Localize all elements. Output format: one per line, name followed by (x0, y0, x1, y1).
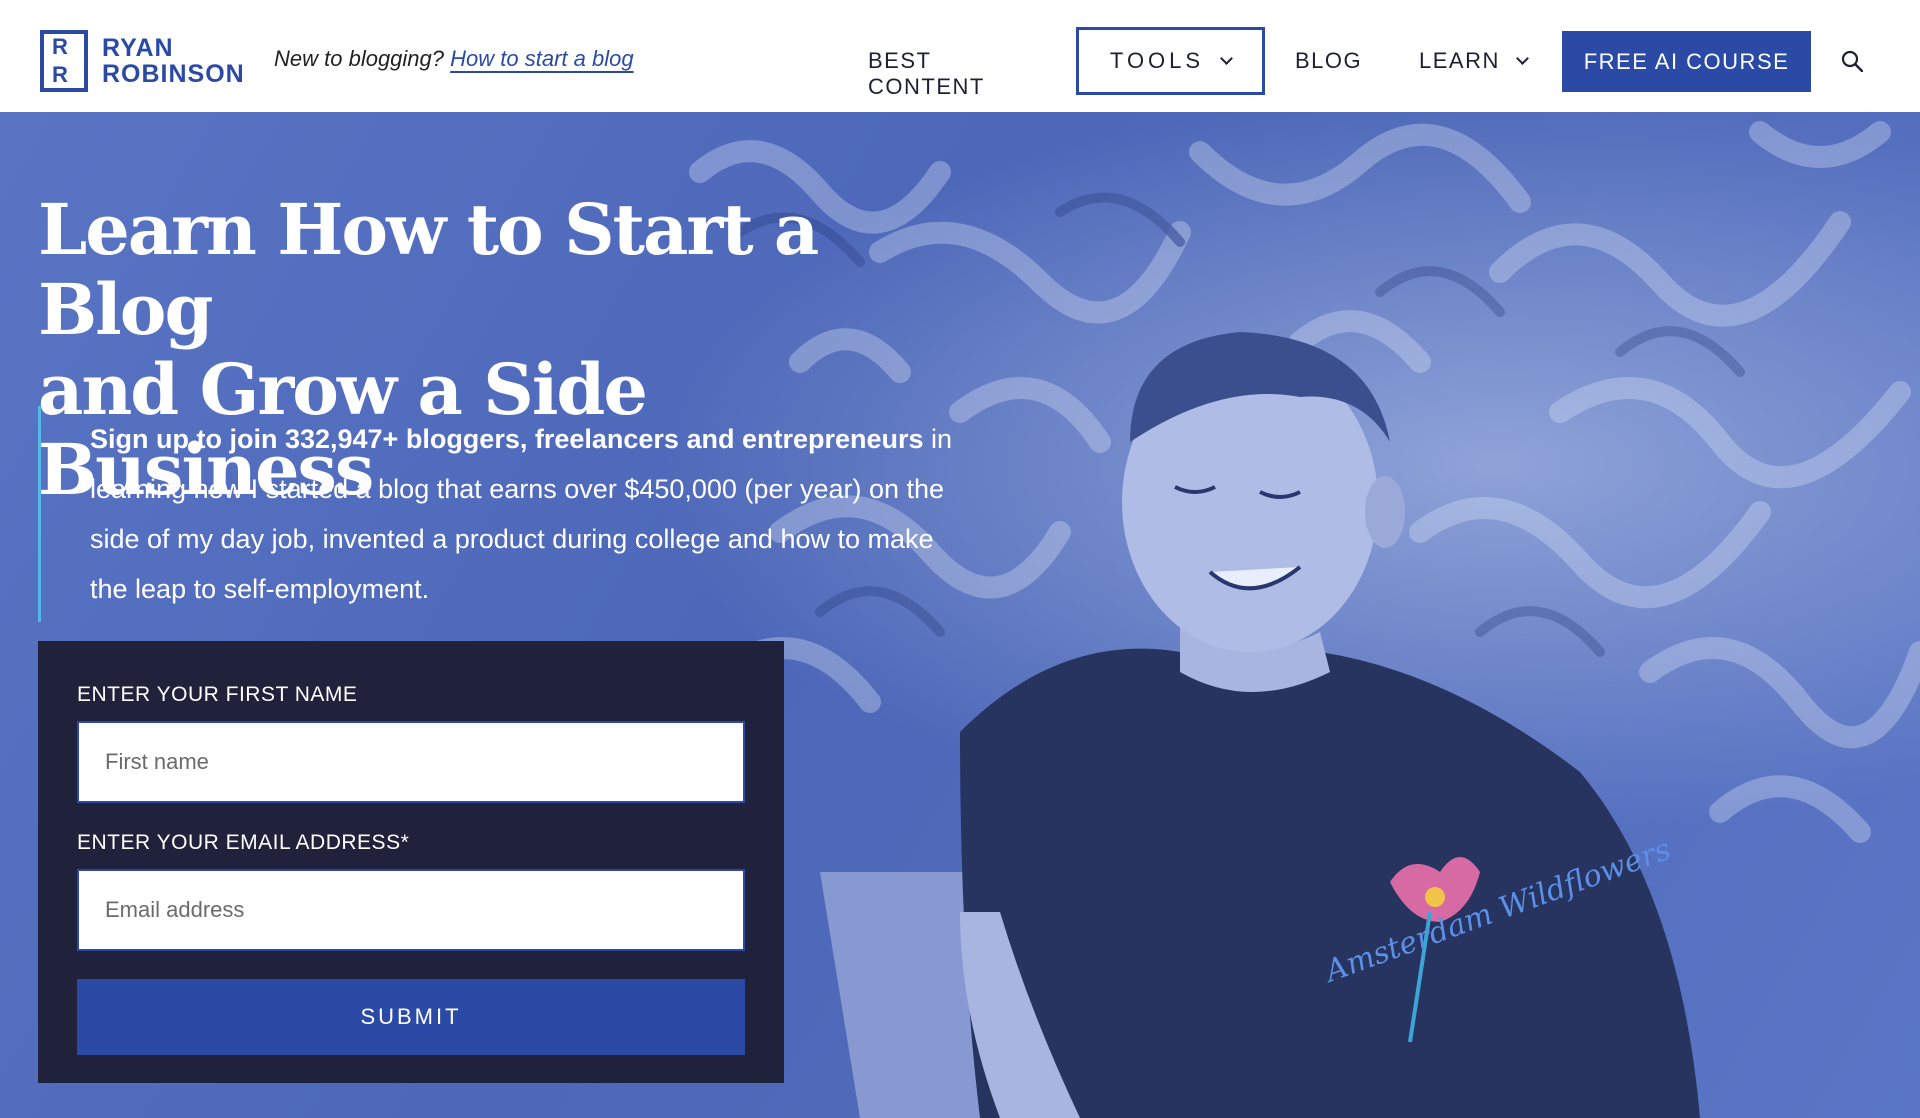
nav-blog-label: BLOG (1295, 48, 1363, 73)
submit-button[interactable]: SUBMIT (77, 979, 745, 1055)
nav-best-content-label: BEST CONTENT (868, 48, 985, 99)
nav-best-content[interactable]: BEST CONTENT (868, 48, 985, 100)
hero-description-bold: Sign up to join 332,947+ bloggers, freel… (90, 424, 924, 454)
first-name-label: ENTER YOUR FIRST NAME (77, 683, 358, 706)
tagline-prefix: New to blogging? (274, 46, 445, 71)
how-to-start-blog-link[interactable]: How to start a blog (450, 46, 633, 71)
logo-line2: ROBINSON (102, 60, 245, 88)
nav-tools[interactable]: TOOLS (1076, 27, 1265, 95)
email-label: ENTER YOUR EMAIL ADDRESS* (77, 831, 410, 854)
signup-form: ENTER YOUR FIRST NAME ENTER YOUR EMAIL A… (38, 641, 784, 1083)
free-ai-course-button[interactable]: FREE AI COURSE (1562, 31, 1811, 92)
hero-section: Amsterdam Wildflowers Learn How to Start… (0, 112, 1920, 1118)
first-name-input[interactable] (77, 721, 745, 803)
hero-title-line1: Learn How to Start a Blog (38, 188, 819, 351)
logo-mark-letter-bottom: R (52, 62, 68, 87)
site-logo[interactable]: R R RYAN ROBINSON (40, 30, 245, 92)
logo-mark-letter-top: R (52, 34, 68, 59)
site-header: R R RYAN ROBINSON New to blogging? How t… (0, 0, 1920, 112)
chevron-down-icon (1515, 51, 1529, 65)
nav-learn[interactable]: LEARN (1419, 48, 1529, 74)
free-ai-course-label: FREE AI COURSE (1583, 48, 1790, 74)
logo-text: RYAN ROBINSON (102, 35, 245, 87)
search-icon[interactable] (1841, 50, 1863, 72)
hero-description: Sign up to join 332,947+ bloggers, freel… (38, 406, 978, 622)
logo-mark-icon: R R (40, 30, 88, 92)
nav-blog[interactable]: BLOG (1295, 48, 1362, 74)
email-input[interactable] (77, 869, 745, 951)
nav-tools-label: TOOLS (1109, 48, 1205, 73)
chevron-down-icon (1220, 51, 1233, 65)
nav-learn-label: LEARN (1419, 48, 1500, 73)
logo-line1: RYAN (102, 34, 174, 62)
header-tagline: New to blogging? How to start a blog (274, 46, 634, 72)
